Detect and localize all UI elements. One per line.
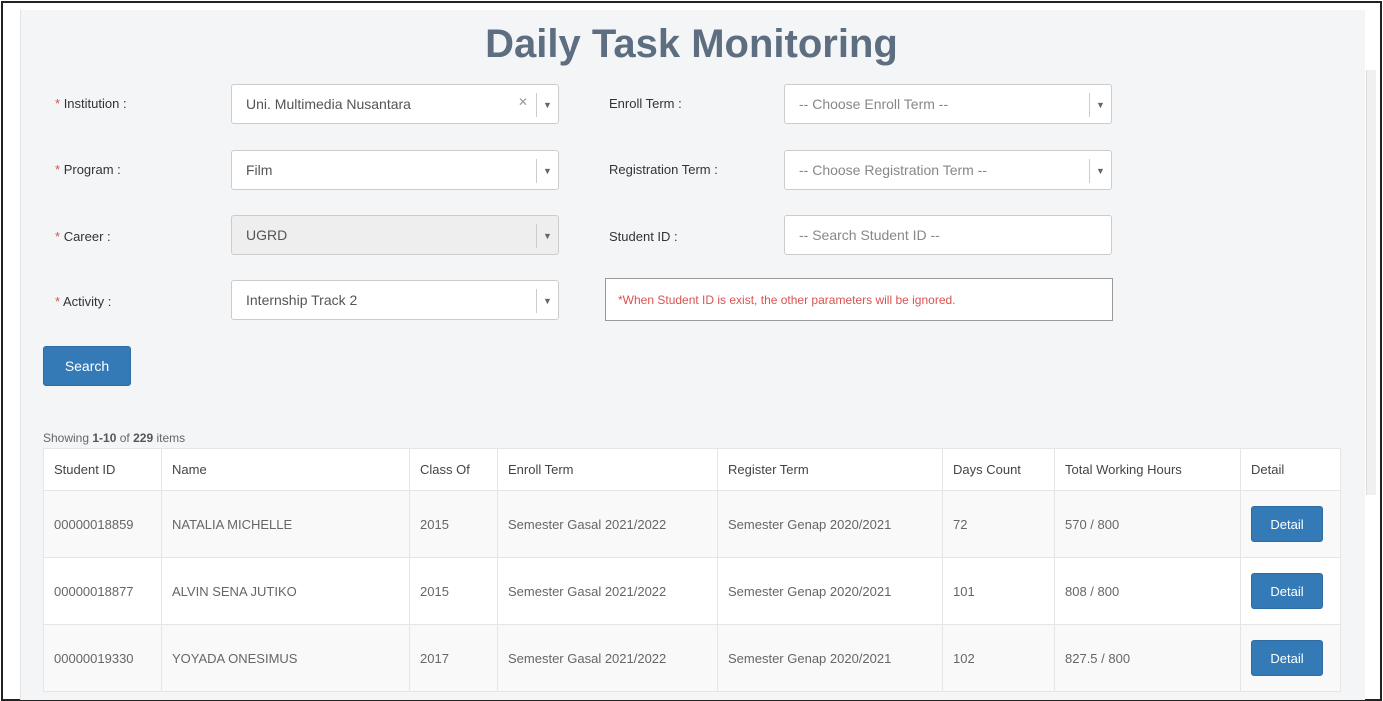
column-header[interactable]: Student ID [43, 448, 162, 491]
enroll-term-label: Enroll Term : [609, 96, 682, 111]
student-id-cell: 00000018877 [43, 557, 162, 625]
registration-term-placeholder: -- Choose Registration Term -- [799, 162, 988, 178]
summary-of: of [119, 431, 130, 445]
program-label-text: Program : [63, 162, 121, 177]
required-marker: * [55, 162, 61, 177]
results-summary: Showing 1-10 of 229 items [43, 431, 185, 445]
column-header[interactable]: Days Count [942, 448, 1055, 491]
working-hours-cell: 570 / 800 [1054, 490, 1241, 558]
activity-select-value: Internship Track 2 [246, 292, 358, 308]
program-label: * Program : [55, 162, 121, 177]
program-select-value: Film [246, 162, 273, 178]
student-id-cell: 00000019330 [43, 624, 162, 692]
name-cell: ALVIN SENA JUTIKO [161, 557, 410, 625]
days-count-cell: 72 [942, 490, 1055, 558]
chevron-down-icon[interactable]: ▼ [536, 159, 558, 183]
institution-select-value: Uni. Multimedia Nusantara [246, 96, 411, 112]
chevron-down-icon[interactable]: ▼ [536, 93, 558, 117]
required-marker: * [55, 96, 61, 111]
register-term-cell: Semester Genap 2020/2021 [717, 557, 943, 625]
registration-term-select[interactable]: -- Choose Registration Term -- ▼ [784, 150, 1112, 190]
column-header[interactable]: Enroll Term [497, 448, 718, 491]
enroll-term-cell: Semester Gasal 2021/2022 [497, 490, 718, 558]
career-label-text: Career : [63, 229, 111, 244]
detail-button[interactable]: Detail [1251, 506, 1323, 542]
clear-icon[interactable]: ✕ [518, 95, 528, 109]
student-id-placeholder: -- Search Student ID -- [799, 227, 940, 243]
summary-range: 1-10 [92, 431, 117, 445]
summary-suffix: items [156, 431, 186, 445]
career-select-value: UGRD [246, 227, 288, 243]
class-of-cell: 2015 [409, 557, 498, 625]
chevron-down-icon[interactable]: ▼ [1089, 159, 1111, 183]
activity-select[interactable]: Internship Track 2 ▼ [231, 280, 559, 320]
enroll-term-placeholder: -- Choose Enroll Term -- [799, 96, 949, 112]
detail-button[interactable]: Detail [1251, 640, 1323, 676]
chevron-down-icon[interactable]: ▼ [1089, 93, 1111, 117]
institution-label: * Institution : [55, 96, 127, 111]
student-id-warning: *When Student ID is exist, the other par… [605, 278, 1113, 321]
search-button[interactable]: Search [43, 346, 131, 386]
column-header[interactable]: Name [161, 448, 410, 491]
table-row: 00000018877 ALVIN SENA JUTIKO 2015 Semes… [43, 557, 1341, 625]
student-id-label: Student ID : [609, 229, 678, 244]
table-header-row: Student ID Name Class Of Enroll Term Reg… [43, 448, 1341, 491]
name-cell: YOYADA ONESIMUS [161, 624, 410, 692]
summary-prefix: Showing [43, 431, 90, 445]
career-select[interactable]: UGRD ▼ [231, 215, 559, 255]
detail-cell: Detail [1240, 490, 1341, 558]
register-term-cell: Semester Genap 2020/2021 [717, 490, 943, 558]
table-row: 00000018859 NATALIA MICHELLE 2015 Semest… [43, 490, 1341, 558]
register-term-cell: Semester Genap 2020/2021 [717, 624, 943, 692]
enroll-term-select[interactable]: -- Choose Enroll Term -- ▼ [784, 84, 1112, 124]
class-of-cell: 2015 [409, 490, 498, 558]
name-cell: NATALIA MICHELLE [161, 490, 410, 558]
summary-total: 229 [133, 431, 154, 445]
column-header[interactable]: Class Of [409, 448, 498, 491]
detail-cell: Detail [1240, 557, 1341, 625]
career-label: * Career : [55, 229, 111, 244]
required-marker: * [55, 229, 61, 244]
chevron-down-icon[interactable]: ▼ [536, 289, 558, 313]
table-row: 00000019330 YOYADA ONESIMUS 2017 Semeste… [43, 624, 1341, 692]
working-hours-cell: 827.5 / 800 [1054, 624, 1241, 692]
activity-label-text: Activity : [62, 294, 112, 309]
vertical-scrollbar[interactable] [1366, 70, 1376, 495]
chevron-down-icon[interactable]: ▼ [536, 224, 558, 248]
institution-select[interactable]: Uni. Multimedia Nusantara ✕ ▼ [231, 84, 559, 124]
column-header[interactable]: Register Term [717, 448, 943, 491]
student-table: Student ID Name Class Of Enroll Term Reg… [43, 448, 1341, 692]
activity-label: * Activity : [55, 294, 111, 309]
student-id-input[interactable]: -- Search Student ID -- [784, 215, 1112, 255]
institution-label-text: Institution : [63, 96, 127, 111]
days-count-cell: 101 [942, 557, 1055, 625]
enroll-term-cell: Semester Gasal 2021/2022 [497, 557, 718, 625]
detail-cell: Detail [1240, 624, 1341, 692]
student-id-cell: 00000018859 [43, 490, 162, 558]
program-select[interactable]: Film ▼ [231, 150, 559, 190]
required-marker: * [55, 294, 61, 309]
class-of-cell: 2017 [409, 624, 498, 692]
working-hours-cell: 808 / 800 [1054, 557, 1241, 625]
enroll-term-cell: Semester Gasal 2021/2022 [497, 624, 718, 692]
column-header: Detail [1240, 448, 1341, 491]
days-count-cell: 102 [942, 624, 1055, 692]
registration-term-label: Registration Term : [609, 162, 718, 177]
column-header[interactable]: Total Working Hours [1054, 448, 1241, 491]
page-title: Daily Task Monitoring [485, 22, 898, 66]
detail-button[interactable]: Detail [1251, 573, 1323, 609]
